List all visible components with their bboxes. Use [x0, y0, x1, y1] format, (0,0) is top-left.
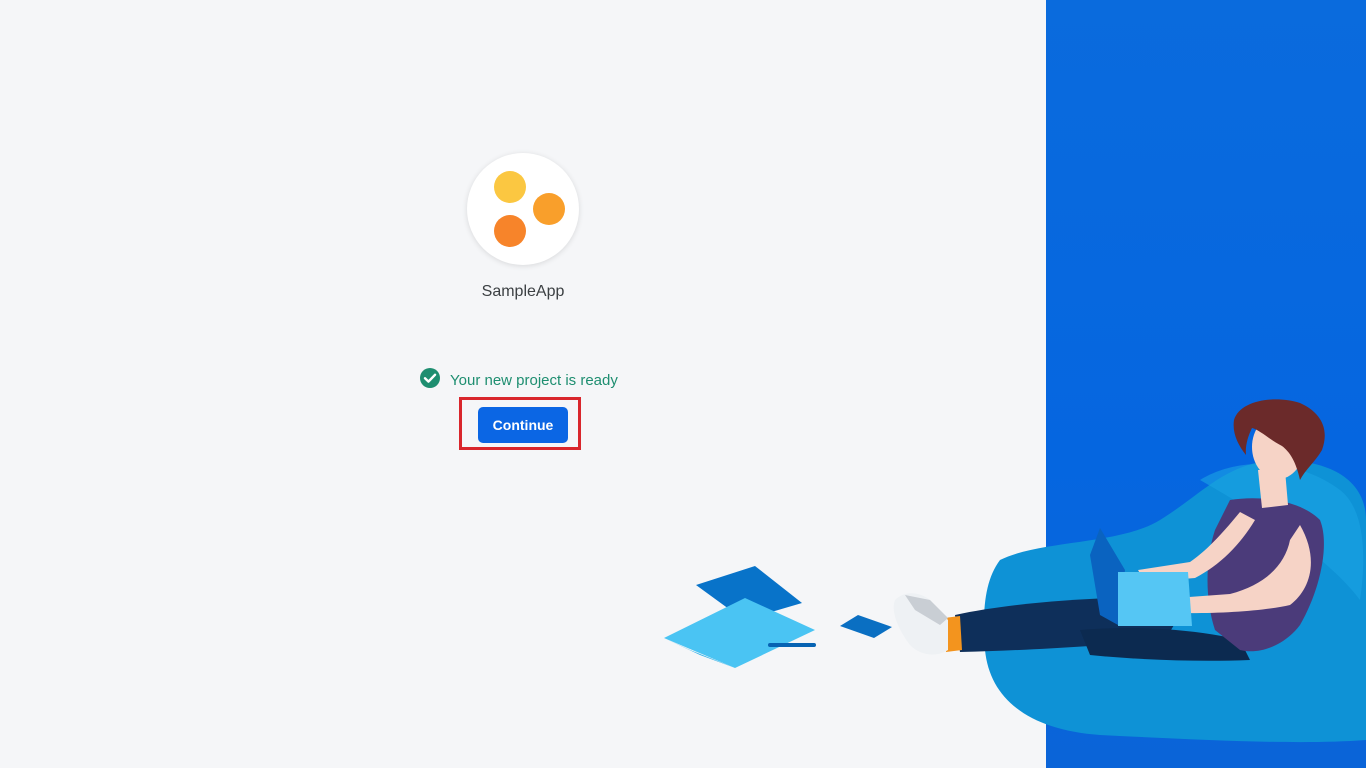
- logo-dot-orange: [533, 193, 565, 225]
- app-logo-icon: [467, 153, 579, 265]
- app-name: SampleApp: [481, 283, 565, 300]
- logo-dot-dark-orange: [494, 215, 526, 247]
- status-text: Your new project is ready: [450, 371, 618, 389]
- project-ready-page: SampleApp Your new project is ready Cont…: [0, 0, 1366, 768]
- continue-button[interactable]: Continue: [478, 407, 568, 443]
- person-laptop-illustration: [664, 399, 1366, 743]
- logo-dot-yellow: [494, 171, 526, 203]
- check-circle-icon: [419, 367, 441, 394]
- status-message: Your new project is ready: [419, 367, 618, 394]
